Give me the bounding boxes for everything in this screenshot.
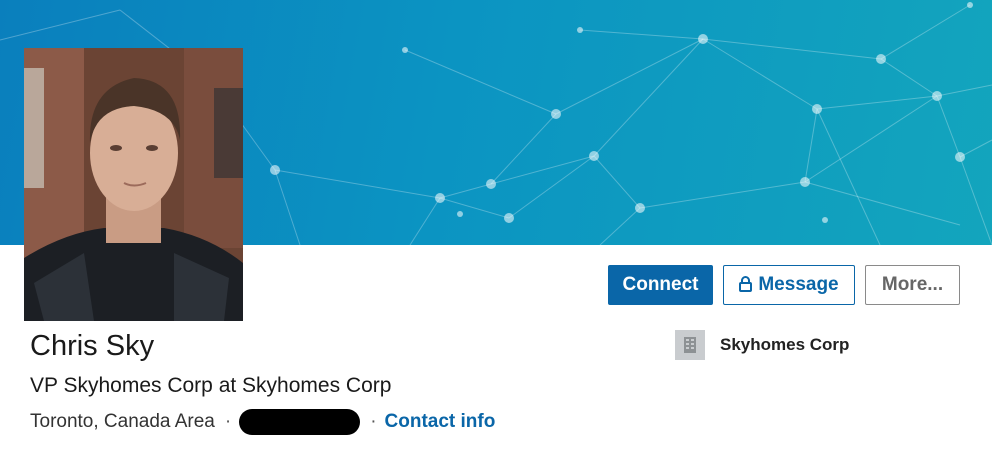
message-button-label: Message [758, 274, 839, 295]
profile-card: Connect Message More... Chris Sky VP Sky… [0, 0, 992, 465]
contact-info-link[interactable]: Contact info [385, 411, 496, 433]
company-name: Skyhomes Corp [720, 335, 850, 354]
lock-icon [739, 268, 753, 306]
connect-button[interactable]: Connect [608, 265, 713, 305]
profile-photo[interactable] [24, 48, 243, 321]
redacted-block [239, 409, 361, 435]
separator-dot: · [224, 411, 232, 432]
message-button[interactable]: Message [723, 265, 855, 305]
profile-headline: VP Skyhomes Corp at Skyhomes Corp [30, 374, 392, 397]
profile-location: Toronto, Canada Area [30, 411, 215, 432]
separator-dot: · [370, 411, 377, 432]
more-button-label: More... [881, 274, 944, 295]
building-icon [675, 330, 705, 360]
more-button[interactable]: More... [865, 265, 960, 305]
connect-button-label: Connect [622, 274, 699, 295]
profile-name: Chris Sky [30, 330, 155, 362]
location-row: Toronto, Canada Area · · Contact info [30, 409, 495, 435]
current-company[interactable]: Skyhomes Corp [675, 330, 849, 360]
profile-photo-image [24, 48, 243, 321]
